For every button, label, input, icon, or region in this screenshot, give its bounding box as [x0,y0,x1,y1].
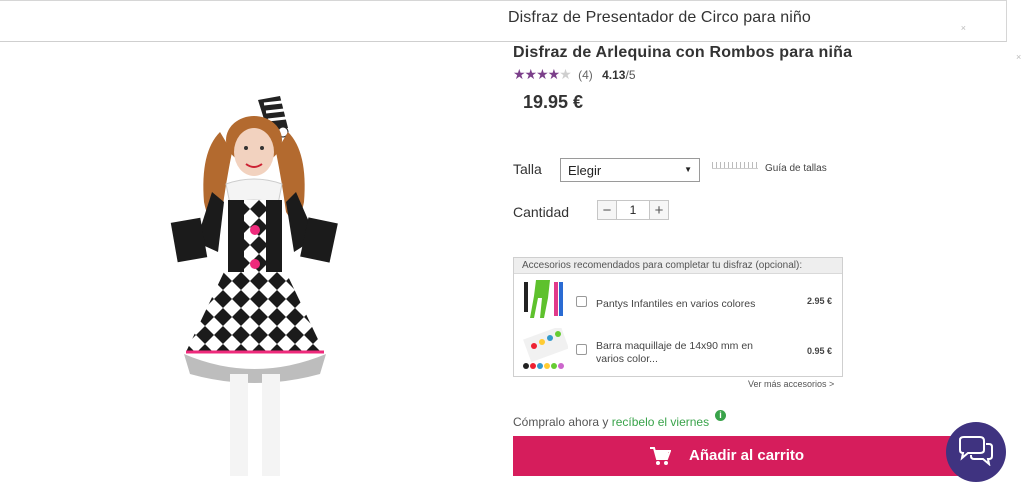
accessory-item[interactable]: Pantys Infantiles en varios colores 2.95… [514,278,842,328]
accessory-price: 0.95 € [806,346,832,356]
close-icon[interactable]: × [961,23,966,33]
side-close-icon[interactable]: × [1016,52,1021,62]
size-select[interactable]: Elegir ▼ [560,158,700,182]
shopping-cart-icon [650,447,671,465]
accessory-name[interactable]: Pantys Infantiles en varios colores [596,298,776,311]
more-accessories-link[interactable]: Ver más accesorios > [748,379,834,389]
product-image [160,92,350,476]
ruler-icon[interactable] [712,162,758,169]
quantity-label: Cantidad [513,204,570,220]
quantity-decrease-button[interactable]: − [597,200,617,220]
info-icon[interactable]: i [715,410,726,421]
size-guide-link[interactable]: Guía de tallas [765,163,827,174]
size-label: Talla [513,161,542,177]
delivery-day: recíbelo el viernes [611,415,710,429]
accessory-price: 2.95 € [806,296,832,306]
chat-bubbles-icon [959,436,993,466]
accessories-title: Accesorios recomendados para completar t… [514,258,842,274]
dropdown-arrow-icon: ▼ [684,165,692,174]
size-select-value: Elegir [568,163,602,178]
add-to-cart-label: Añadir al carrito [689,447,805,464]
accessory-checkbox[interactable] [576,344,587,355]
accessories-panel: Accesorios recomendados para completar t… [513,257,843,377]
delivery-info: Cómpralo ahora y recíbelo el viernes [513,415,710,429]
rating-count: (4) [578,68,593,82]
makeup-sticks-thumbnail [520,325,569,372]
quantity-increase-button[interactable]: + [649,200,669,220]
accessory-checkbox[interactable] [576,296,587,307]
modal-header: Disfraz de Presentador de Circo para niñ… [0,0,1007,42]
colored-tights-thumbnail [520,278,568,322]
rating-score: 4.13/5 [602,68,636,82]
header-title: Disfraz de Presentador de Circo para niñ… [508,9,811,26]
rating-stars-icon: ★★★★★ [513,66,572,82]
quantity-stepper: − 1 + [597,200,669,222]
accessory-item[interactable]: Barra maquillaje de 14x90 mm en varios c… [514,325,842,378]
product-rating[interactable]: ★★★★★ (4) 4.13/5 [513,66,636,82]
product-price: 19.95 € [523,92,584,112]
add-to-cart-button[interactable]: Añadir al carrito [513,436,991,476]
quantity-input[interactable]: 1 [617,200,649,220]
chat-button[interactable] [946,422,1006,482]
product-name: Disfraz de Arlequina con Rombos para niñ… [513,44,853,61]
accessory-name[interactable]: Barra maquillaje de 14x90 mm en varios c… [596,340,776,366]
